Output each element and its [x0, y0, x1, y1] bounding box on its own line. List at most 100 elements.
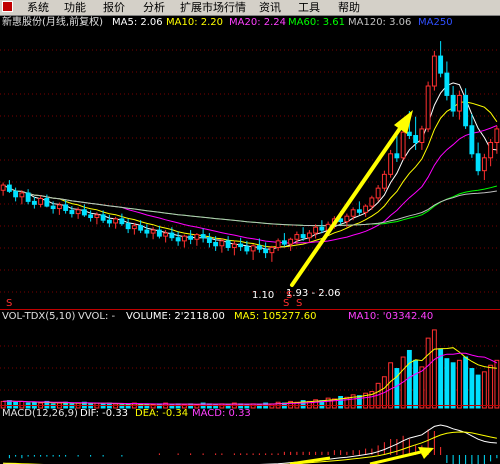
candle [31, 200, 37, 205]
volume-bar [494, 359, 500, 409]
stock-title[interactable]: 新惠股份(月线,前复权) [2, 16, 103, 30]
volume-chart[interactable] [0, 324, 500, 410]
ma5-line [2, 82, 497, 250]
candle [388, 153, 394, 175]
menu-system[interactable]: 系统 [27, 0, 49, 15]
panel-divider [0, 405, 500, 406]
dif-label: DIF: -0.33 [80, 408, 129, 419]
candle [475, 153, 481, 172]
candle [350, 209, 356, 217]
candle [181, 235, 187, 242]
candle [431, 55, 437, 87]
vvol-label: VVOL: - [78, 311, 116, 322]
candle [63, 204, 69, 211]
ma20-label: MA20: 2.24 [229, 17, 287, 28]
candle [188, 235, 194, 240]
candle [363, 205, 369, 213]
app-logo-icon [2, 1, 13, 12]
candle [369, 197, 375, 207]
ma20-line [2, 125, 498, 244]
candle [456, 94, 462, 112]
menu-tools[interactable]: 工具 [298, 0, 320, 15]
ma250-label: MA250 [418, 17, 453, 28]
candle [438, 55, 444, 74]
ma10-line [2, 101, 498, 248]
dif-line [3, 424, 497, 464]
volume-bar [463, 356, 469, 409]
candle [425, 85, 431, 130]
menu-bar: 系统 功能 报价 分析 扩展市场行情 资讯 工具 帮助 [0, 0, 500, 16]
menu-quote[interactable]: 报价 [103, 0, 125, 15]
candle [113, 218, 119, 224]
candle [169, 232, 175, 239]
volume-indicator-title[interactable]: VOL-TDX(5,10) [2, 310, 75, 324]
candle [450, 94, 456, 112]
menu-function[interactable]: 功能 [64, 0, 86, 15]
candle [175, 237, 181, 242]
candle [344, 215, 350, 223]
candle [488, 142, 494, 159]
candle [244, 246, 250, 252]
candle [131, 225, 137, 230]
candle [81, 209, 87, 216]
candle [375, 187, 381, 199]
volume-ma5-label: MA5: 105277.60 [234, 311, 317, 322]
candle [406, 131, 412, 137]
candle [356, 209, 362, 213]
menu-extended-market[interactable]: 扩展市场行情 [180, 0, 246, 15]
candle [219, 240, 225, 247]
volume-bar [469, 368, 475, 409]
candle [75, 209, 81, 215]
candle [250, 245, 256, 252]
volume-bar [388, 362, 394, 409]
candle [106, 219, 112, 224]
candle [256, 245, 262, 250]
volume-bar [406, 349, 412, 409]
candle [200, 234, 206, 239]
ma120-line [2, 184, 497, 227]
price-chart[interactable]: 1.93 - 2.061.10S S SS [0, 30, 500, 308]
candle [238, 243, 244, 248]
candle [319, 226, 325, 231]
volume-bar [456, 359, 462, 409]
candle [206, 237, 212, 243]
candle [6, 184, 12, 192]
candle [100, 214, 106, 221]
low-price-label: 1.93 - 2.06 [286, 288, 341, 299]
candle [400, 131, 406, 159]
volume-bar [419, 366, 425, 409]
signal-label: S [6, 298, 12, 308]
macd-indicator-title[interactable]: MACD(12,26,9) [2, 407, 78, 421]
candle [56, 204, 62, 210]
menu-analysis[interactable]: 分析 [143, 0, 165, 15]
candle [69, 209, 75, 215]
candle [125, 223, 131, 230]
candle [469, 125, 475, 155]
candle [300, 234, 306, 239]
candle [156, 229, 162, 237]
macd-label: MACD: 0.33 [192, 408, 251, 419]
volume-bar [413, 359, 419, 409]
macd-chart[interactable] [0, 421, 500, 464]
candle [313, 226, 319, 234]
candle [263, 248, 269, 254]
menu-info[interactable]: 资讯 [259, 0, 281, 15]
volume-bar [475, 374, 481, 409]
menu-help[interactable]: 帮助 [338, 0, 360, 15]
candle [38, 197, 44, 205]
ma120-label: MA120: 3.06 [348, 17, 412, 28]
candle [138, 225, 144, 231]
candle [88, 214, 94, 219]
candle [281, 240, 287, 245]
candle [269, 246, 275, 254]
candle [444, 72, 450, 96]
volume-bar [481, 371, 487, 409]
candle [194, 234, 200, 240]
candle [150, 229, 156, 234]
candle [94, 214, 100, 219]
volume-bar [444, 358, 450, 409]
volume-bar [438, 348, 444, 409]
macd-info-row: MACD(12,26,9) DIF: -0.33 DEA: -0.34 MACD… [0, 407, 500, 421]
candle [294, 234, 300, 240]
volume-bar [450, 362, 456, 409]
